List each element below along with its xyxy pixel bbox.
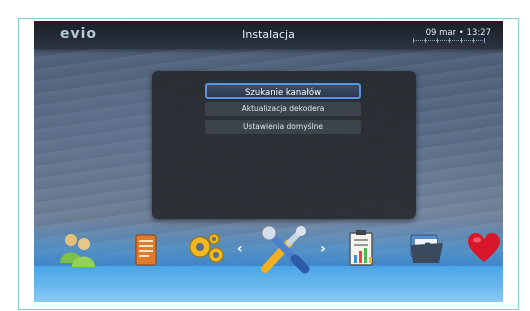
menu-item-decoder-update[interactable]: Aktualizacja dekodera <box>205 102 361 116</box>
settings-gears-icon[interactable] <box>186 231 226 267</box>
tools-icon[interactable] <box>259 225 311 275</box>
top-bar: evio Instalacja 09 mar • 13:27 <box>34 21 503 49</box>
right-arrow-icon[interactable]: › <box>320 241 326 257</box>
menu-item-channel-search[interactable]: Szukanie kanałów <box>205 83 361 99</box>
installation-menu-panel: Szukanie kanałów Aktualizacja dekodera U… <box>152 71 416 219</box>
clipboard-chart-icon[interactable] <box>348 229 376 267</box>
date-time: 09 mar • 13:27 <box>425 28 491 38</box>
users-icon[interactable] <box>58 231 96 267</box>
tv-screen: evio Instalacja 09 mar • 13:27 Szukanie … <box>34 21 503 302</box>
left-arrow-icon[interactable]: ‹ <box>237 241 243 257</box>
time-progress-ruler <box>413 38 485 46</box>
notepad-icon[interactable] <box>134 233 158 267</box>
heart-icon[interactable] <box>467 233 501 263</box>
help-folder-icon[interactable]: ? <box>409 231 445 265</box>
menu-item-default-settings[interactable]: Ustawienia domyślne <box>205 120 361 134</box>
